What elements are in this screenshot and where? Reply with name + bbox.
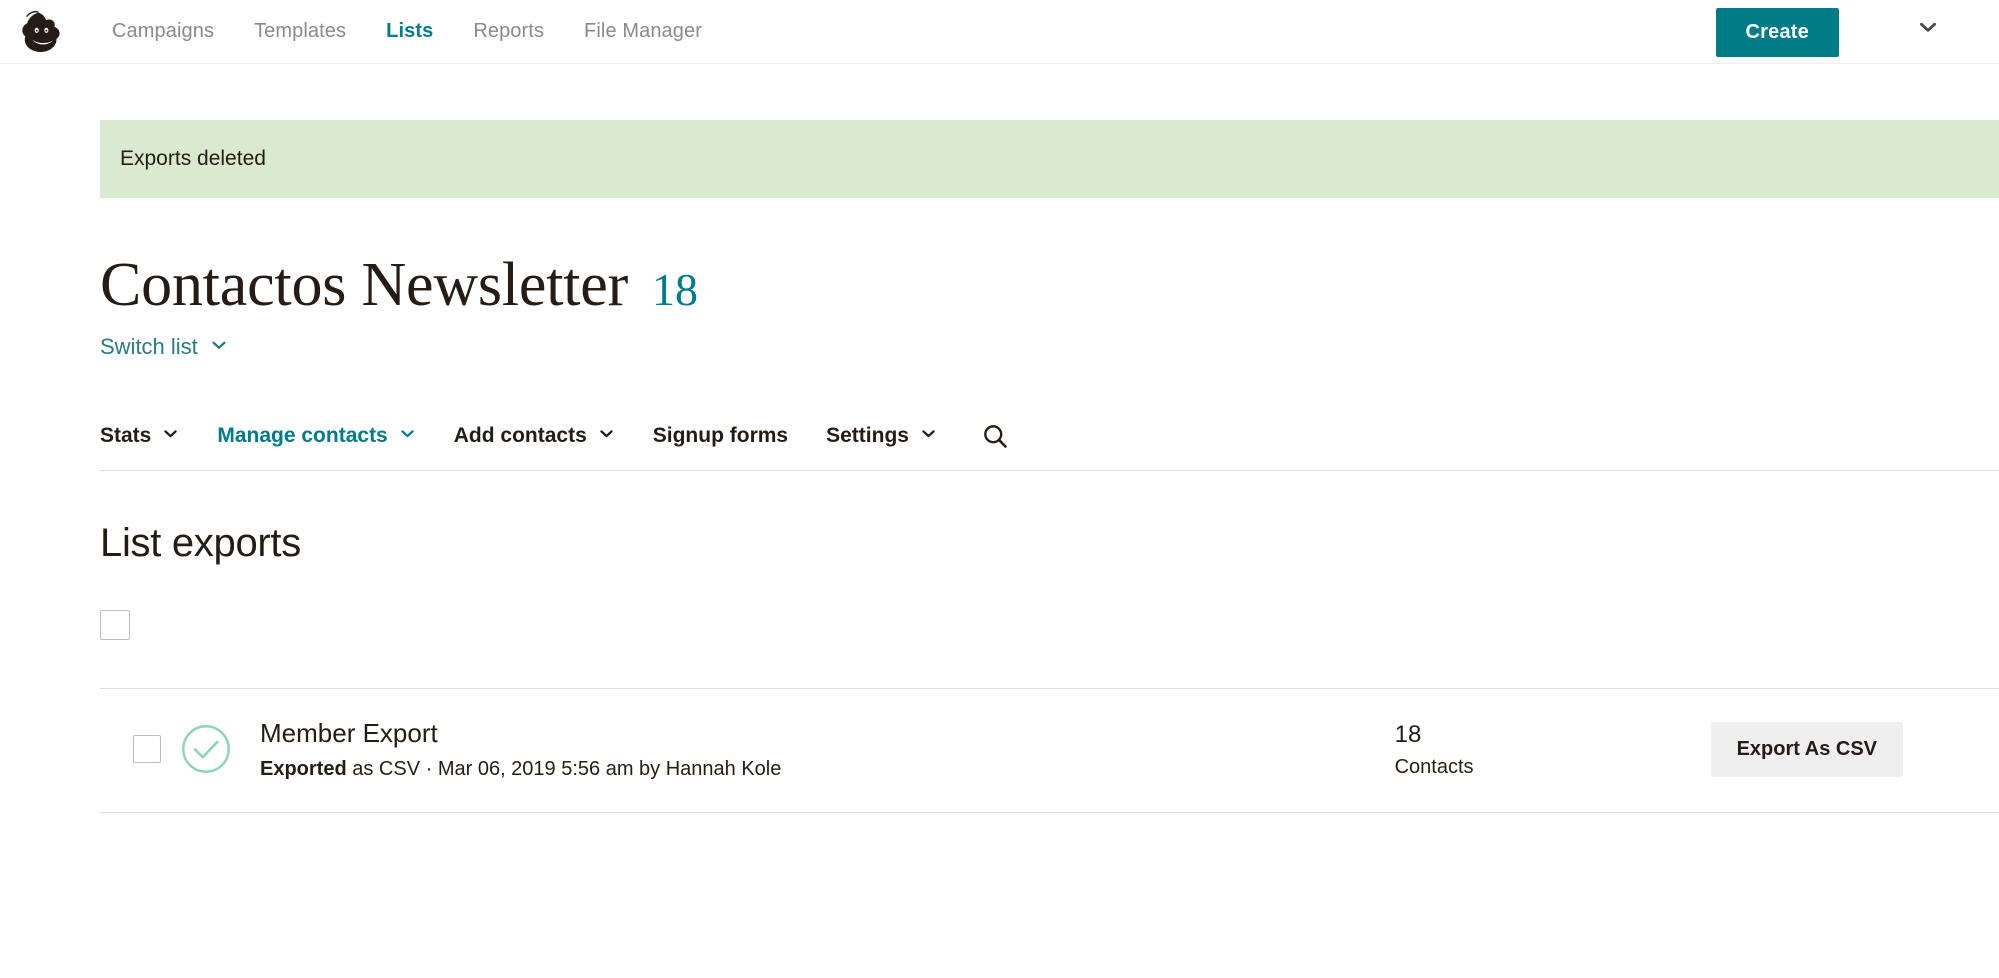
row-checkbox-cell xyxy=(100,735,178,764)
status-banner-message: Exports deleted xyxy=(120,147,266,170)
table-row[interactable]: Member Export Exported as CSV · Mar 06, … xyxy=(100,689,1999,813)
mailchimp-freddie-logo[interactable] xyxy=(14,4,70,60)
contact-count-label: Contacts xyxy=(1394,755,1474,778)
switch-list-label: Switch list xyxy=(100,334,198,359)
page-title-block: Contactos Newsletter 18 xyxy=(100,254,1999,316)
contact-count-value: 18 xyxy=(1394,720,1422,748)
nav-link-file-manager[interactable]: File Manager xyxy=(564,20,722,43)
nav-link-lists[interactable]: Lists xyxy=(366,20,453,43)
switch-list-dropdown[interactable]: Switch list xyxy=(100,334,228,360)
primary-nav-links: Campaigns Templates Lists Reports File M… xyxy=(92,20,722,43)
section-title: List exports xyxy=(100,521,301,565)
subtab-add-contacts[interactable]: Add contacts xyxy=(454,424,615,448)
export-as-csv-button[interactable]: Export As CSV xyxy=(1710,721,1903,777)
subtab-add-contacts-label: Add contacts xyxy=(453,424,587,447)
export-meta: Exported as CSV · Mar 06, 2019 5:56 am b… xyxy=(260,756,1391,782)
row-checkbox[interactable] xyxy=(133,735,161,764)
subtab-stats-label: Stats xyxy=(100,424,152,447)
select-all-checkbox[interactable] xyxy=(100,610,130,640)
page-body: Exports deleted Contactos Newsletter 18 … xyxy=(0,120,1999,813)
subtab-stats[interactable]: Stats xyxy=(100,424,179,448)
nav-link-campaigns[interactable]: Campaigns xyxy=(92,20,234,43)
chevron-down-icon xyxy=(162,424,179,448)
check-circle-icon xyxy=(178,721,234,777)
status-banner: Exports deleted xyxy=(100,120,1999,198)
chevron-down-icon xyxy=(399,424,416,448)
chevron-down-icon xyxy=(210,334,228,360)
list-sub-navigation: Stats Manage contacts Add contacts Signu… xyxy=(100,422,1999,471)
chevron-down-icon xyxy=(598,424,615,448)
row-details: Member Export Exported as CSV · Mar 06, … xyxy=(260,717,1391,782)
export-name: Member Export xyxy=(260,718,438,748)
account-menu-chevron-down-icon[interactable] xyxy=(1917,16,1939,38)
search-icon[interactable] xyxy=(981,422,1009,450)
subtab-signup-forms-label: Signup forms xyxy=(652,424,789,447)
export-meta-detail: as CSV · Mar 06, 2019 5:56 am by Hannah … xyxy=(346,757,782,780)
top-nav-right-group: Create xyxy=(1715,0,1999,64)
subtab-manage-contacts-label: Manage contacts xyxy=(217,424,388,447)
chevron-down-icon xyxy=(920,424,937,448)
list-contact-count: 18 xyxy=(652,264,699,315)
subtab-signup-forms[interactable]: Signup forms xyxy=(653,424,788,448)
select-all-row xyxy=(100,610,1999,650)
top-navigation-bar: Campaigns Templates Lists Reports File M… xyxy=(0,0,1999,64)
nav-link-reports[interactable]: Reports xyxy=(453,20,564,43)
subtab-settings[interactable]: Settings xyxy=(826,424,937,448)
nav-link-templates[interactable]: Templates xyxy=(234,20,366,43)
subtab-settings-label: Settings xyxy=(826,424,909,447)
row-contact-count: 18 Contacts xyxy=(1391,720,1711,779)
create-button[interactable]: Create xyxy=(1715,7,1839,57)
export-status-label: Exported xyxy=(260,757,347,780)
export-list: Member Export Exported as CSV · Mar 06, … xyxy=(100,688,1999,813)
subtab-manage-contacts[interactable]: Manage contacts xyxy=(217,424,415,448)
row-action-cell: Export As CSV xyxy=(1710,721,1999,777)
page-title: Contactos Newsletter xyxy=(100,251,629,319)
